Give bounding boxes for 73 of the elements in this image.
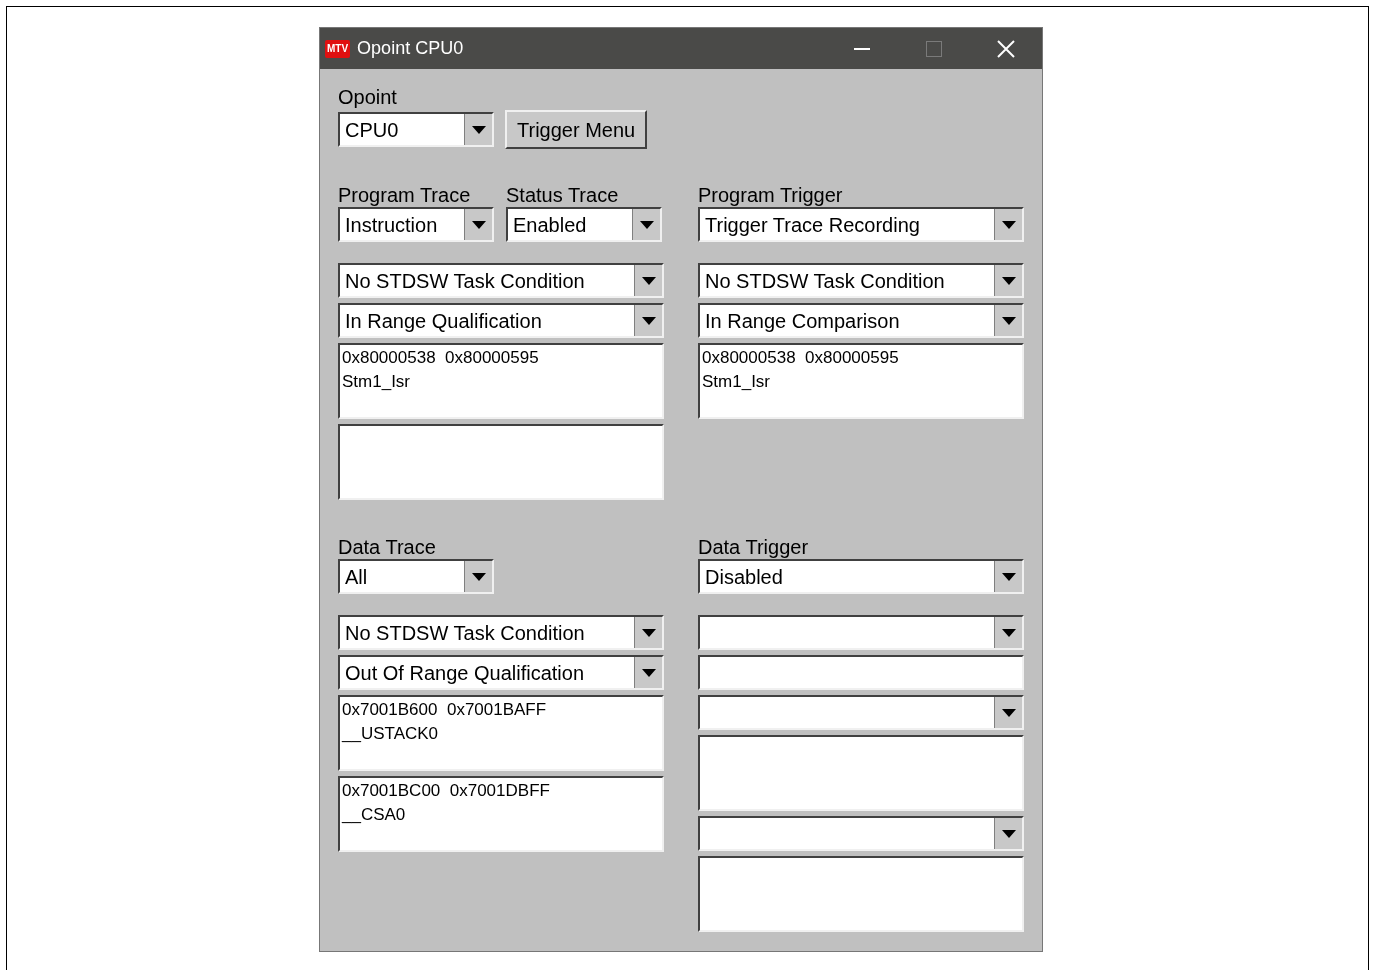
window-title: Opoint CPU0 <box>357 37 464 60</box>
list-box[interactable] <box>698 735 1024 811</box>
caret-down-icon <box>641 276 656 285</box>
dropdown-arrow-button[interactable] <box>994 561 1022 592</box>
list-box[interactable] <box>338 424 664 500</box>
dropdown-arrow-button[interactable] <box>994 697 1022 728</box>
dropdown[interactable]: No STDSW Task Condition <box>338 263 664 298</box>
list-box[interactable]: 0x80000538 0x80000595 Stm1_Isr <box>698 343 1024 419</box>
list-item[interactable]: __CSA0 <box>342 803 660 827</box>
caret-down-icon <box>641 628 656 637</box>
caret-down-icon <box>641 668 656 677</box>
caret-down-icon <box>1001 572 1016 581</box>
dropdown[interactable]: No STDSW Task Condition <box>338 615 664 650</box>
dropdown[interactable] <box>698 615 1024 650</box>
dropdown[interactable]: Enabled <box>506 207 662 242</box>
list-box[interactable]: 0x7001B600 0x7001BAFF __USTACK0 <box>338 695 664 771</box>
dropdown-arrow-button[interactable] <box>634 305 662 336</box>
section-label: Program Trace <box>338 183 472 207</box>
dropdown-arrow-button[interactable] <box>634 617 662 648</box>
caret-down-icon <box>1001 708 1016 717</box>
dropdown-arrow-button[interactable] <box>994 209 1022 240</box>
list-box[interactable]: 0x80000538 0x80000595 Stm1_Isr <box>338 343 664 419</box>
dropdown-arrow-button[interactable] <box>464 114 492 145</box>
section-label: Data Trigger <box>698 535 810 559</box>
list-item[interactable]: Stm1_Isr <box>342 370 660 394</box>
section-label: Opoint <box>338 85 398 109</box>
dropdown[interactable]: Instruction <box>338 207 494 242</box>
list-item[interactable]: 0x80000538 0x80000595 <box>702 346 1020 370</box>
dropdown[interactable] <box>698 816 1024 851</box>
section-label: Status Trace <box>506 183 620 207</box>
caret-down-icon <box>1001 829 1016 838</box>
dropdown-arrow-button[interactable] <box>994 265 1022 296</box>
list-item[interactable]: 0x80000538 0x80000595 <box>342 346 660 370</box>
caret-down-icon <box>471 125 486 134</box>
dropdown-arrow-button[interactable] <box>464 209 492 240</box>
list-item[interactable]: __USTACK0 <box>342 722 660 746</box>
caret-down-icon <box>1001 316 1016 325</box>
dropdown[interactable]: Out Of Range Qualification <box>338 655 664 690</box>
list-item[interactable]: Stm1_Isr <box>702 370 1020 394</box>
dropdown[interactable]: Trigger Trace Recording <box>698 207 1024 242</box>
list-item[interactable]: 0x7001BC00 0x7001DBFF <box>342 779 660 803</box>
dropdown[interactable] <box>698 695 1024 730</box>
caret-down-icon <box>471 572 486 581</box>
dropdown[interactable]: No STDSW Task Condition <box>698 263 1024 298</box>
section-label: Program Trigger <box>698 183 844 207</box>
dropdown-arrow-button[interactable] <box>634 657 662 688</box>
dropdown[interactable]: Disabled <box>698 559 1024 594</box>
dropdown[interactable]: All <box>338 559 494 594</box>
dropdown-arrow-button[interactable] <box>994 305 1022 336</box>
dropdown[interactable]: In Range Comparison <box>698 303 1024 338</box>
list-box[interactable]: 0x7001BC00 0x7001DBFF __CSA0 <box>338 776 664 852</box>
input-field[interactable] <box>698 655 1024 690</box>
app-logo: MTV <box>325 39 351 58</box>
section-label: Data Trace <box>338 535 437 559</box>
dropdown-arrow-button[interactable] <box>994 617 1022 648</box>
caret-down-icon <box>639 220 654 229</box>
list-item[interactable]: 0x7001B600 0x7001BAFF <box>342 698 660 722</box>
caret-down-icon <box>471 220 486 229</box>
minimize-icon <box>854 47 870 50</box>
dropdown[interactable]: CPU0 <box>338 112 494 147</box>
caret-down-icon <box>1001 276 1016 285</box>
caret-down-icon <box>1001 628 1016 637</box>
dropdown-arrow-button[interactable] <box>464 561 492 592</box>
maximize-icon <box>926 40 942 57</box>
dropdown[interactable]: In Range Qualification <box>338 303 664 338</box>
trigger-menu-button[interactable]: Trigger Menu <box>505 110 648 149</box>
dropdown-arrow-button[interactable] <box>634 265 662 296</box>
close-icon <box>997 39 1015 58</box>
caret-down-icon <box>1001 220 1016 229</box>
dropdown-arrow-button[interactable] <box>632 209 660 240</box>
list-box[interactable] <box>698 856 1024 932</box>
dropdown-arrow-button[interactable] <box>994 818 1022 849</box>
caret-down-icon <box>641 316 656 325</box>
